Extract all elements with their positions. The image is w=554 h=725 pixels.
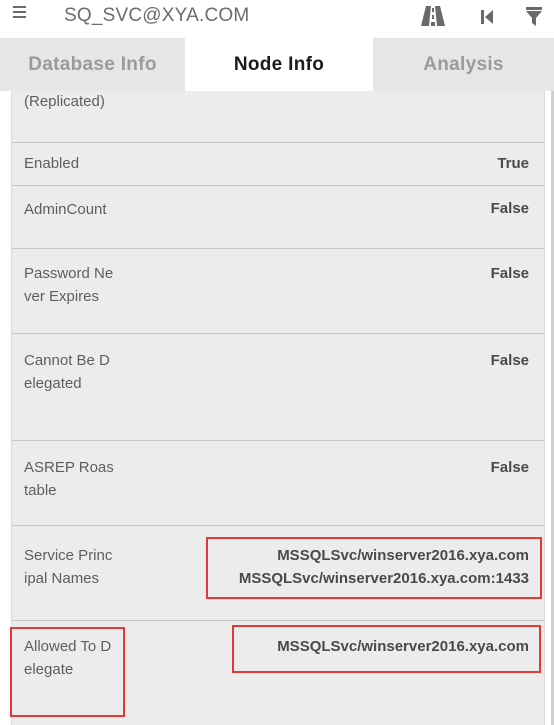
property-row-cannot-be-delegated: Cannot Be Delegated False: [12, 334, 544, 441]
road-icon[interactable]: [420, 4, 446, 28]
header-bar: SQ_SVC@XYA.COM: [0, 0, 554, 39]
tab-node-info[interactable]: Node Info: [185, 38, 373, 91]
node-title: SQ_SVC@XYA.COM: [64, 5, 250, 26]
property-row-admincount: AdminCount False: [12, 186, 544, 249]
filter-icon[interactable]: [525, 4, 543, 28]
spn-highlight-box: [206, 537, 542, 599]
property-row-enabled: Enabled True: [12, 143, 544, 186]
property-row-password-never-expires: Password Never Expires False: [12, 249, 544, 334]
node-info-panel: SQ_SVC@XYA.COM Database Info Node Info A…: [0, 0, 554, 725]
property-label: ASREP Roastable: [24, 459, 114, 499]
property-value: False: [490, 459, 529, 476]
property-value: False: [490, 265, 529, 282]
property-label: Cannot Be Delegated: [24, 352, 110, 392]
property-label: Service Principal Names: [24, 547, 113, 587]
allowed-to-delegate-label-highlight-box: [10, 627, 125, 717]
property-value: True: [497, 155, 529, 172]
property-label: (Replicated): [24, 93, 105, 110]
menu-icon[interactable]: [13, 6, 33, 26]
property-label: Enabled: [24, 155, 80, 172]
property-row-asrep-roastable: ASREP Roastable False: [12, 441, 544, 526]
tab-analysis[interactable]: Analysis: [373, 38, 554, 91]
allowed-to-delegate-value-highlight-box: [232, 625, 541, 673]
property-value: False: [490, 200, 529, 217]
property-label: Password Never Expires: [24, 265, 114, 305]
property-row-replicated: (Replicated): [12, 91, 544, 143]
property-label: AdminCount: [24, 201, 107, 218]
tab-database-info[interactable]: Database Info: [0, 38, 185, 91]
skip-back-icon[interactable]: [479, 4, 495, 28]
property-value: False: [490, 352, 529, 369]
tab-bar: Database Info Node Info Analysis: [0, 38, 554, 91]
